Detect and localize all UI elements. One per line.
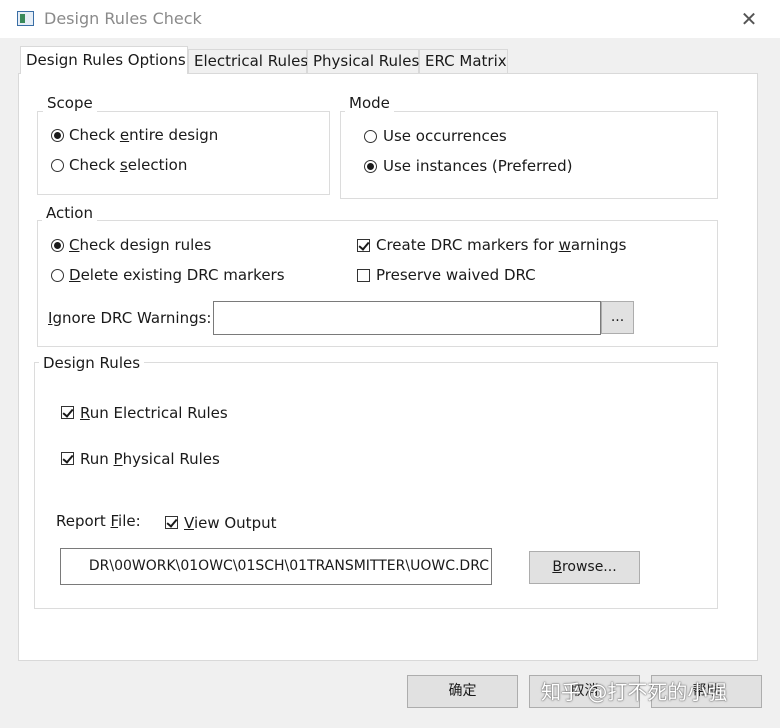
browse-button[interactable]: Browse... xyxy=(529,551,640,584)
app-window-icon xyxy=(17,11,34,26)
mode-group-title: Mode xyxy=(345,94,394,112)
view-output-label[interactable]: View Output xyxy=(184,514,276,532)
design-rules-group-title: Design Rules xyxy=(39,354,145,372)
create-drc-markers-checkbox[interactable] xyxy=(357,239,370,252)
tab-panel-design-rules-options: Scope Check entire design Check selectio… xyxy=(18,73,758,661)
close-icon[interactable]: ✕ xyxy=(738,8,760,30)
view-output-checkbox[interactable] xyxy=(165,516,178,529)
delete-existing-drc-markers-radio[interactable] xyxy=(51,269,64,282)
report-file-path-input[interactable]: DR\00WORK\01OWC\01SCH\01TRANSMITTER\UOWC… xyxy=(60,548,492,585)
use-occurrences-radio[interactable] xyxy=(364,130,377,143)
run-physical-rules-checkbox[interactable] xyxy=(61,452,74,465)
run-physical-rules-label[interactable]: Run Physical Rules xyxy=(80,450,220,468)
preserve-waived-drc-checkbox[interactable] xyxy=(357,269,370,282)
use-occurrences-label[interactable]: Use occurrences xyxy=(383,127,507,145)
ok-button[interactable]: 确定 xyxy=(407,675,518,708)
tab-label: ERC Matrix xyxy=(425,52,507,70)
delete-existing-drc-markers-label[interactable]: Delete existing DRC markers xyxy=(69,266,285,284)
check-selection-label[interactable]: Check selection xyxy=(69,156,187,174)
tab-label: Physical Rules xyxy=(313,52,420,70)
use-instances-radio[interactable] xyxy=(364,160,377,173)
ignore-warnings-browse-button[interactable]: ... xyxy=(601,301,634,334)
window-title: Design Rules Check xyxy=(44,9,202,28)
scope-group-title: Scope xyxy=(43,94,97,112)
check-entire-design-label[interactable]: Check entire design xyxy=(69,126,218,144)
check-design-rules-radio[interactable] xyxy=(51,239,64,252)
tab-label: Design Rules Options xyxy=(26,51,186,69)
action-group-title: Action xyxy=(42,204,97,222)
check-selection-radio[interactable] xyxy=(51,159,64,172)
check-design-rules-label[interactable]: Check design rules xyxy=(69,236,211,254)
tab-physical-rules[interactable]: Physical Rules xyxy=(307,49,419,73)
watermark-text: 知乎 @打不死的小强 xyxy=(541,680,728,704)
tab-erc-matrix[interactable]: ERC Matrix xyxy=(419,49,508,73)
title-bar: Design Rules Check ✕ xyxy=(0,0,780,38)
report-file-label: Report File: xyxy=(56,512,141,530)
design-rules-check-dialog: Design Rules Check ✕ Design Rules Option… xyxy=(0,0,780,728)
check-entire-design-radio[interactable] xyxy=(51,129,64,142)
ignore-drc-warnings-input[interactable] xyxy=(213,301,601,335)
ignore-drc-warnings-label: Ignore DRC Warnings: xyxy=(48,309,212,327)
mode-group xyxy=(340,111,718,199)
tab-design-rules-options[interactable]: Design Rules Options xyxy=(20,46,188,74)
tab-electrical-rules[interactable]: Electrical Rules xyxy=(188,49,309,73)
tab-label: Electrical Rules xyxy=(194,52,309,70)
scope-group xyxy=(37,111,330,195)
create-drc-markers-label[interactable]: Create DRC markers for warnings xyxy=(376,236,626,254)
preserve-waived-drc-label[interactable]: Preserve waived DRC xyxy=(376,266,536,284)
use-instances-label[interactable]: Use instances (Preferred) xyxy=(383,157,572,175)
run-electrical-rules-label[interactable]: Run Electrical Rules xyxy=(80,404,228,422)
run-electrical-rules-checkbox[interactable] xyxy=(61,406,74,419)
